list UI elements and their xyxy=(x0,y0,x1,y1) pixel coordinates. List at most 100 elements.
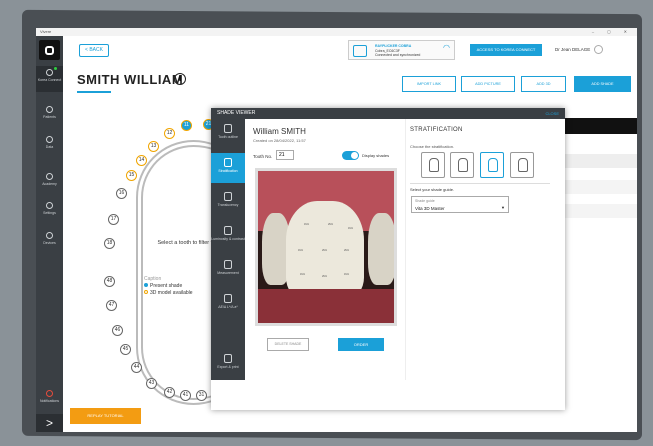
order-button[interactable]: ORDER xyxy=(338,338,384,351)
close-button[interactable]: CLOSE xyxy=(545,108,559,119)
tab-tooth-outline[interactable]: Tooth outline xyxy=(211,119,245,149)
title-underline xyxy=(77,91,111,93)
sidebar-item-patients[interactable]: Patients xyxy=(36,106,63,119)
top-bar: < BACK RAYPLICKER COBRA Cobra_EC6C3F Con… xyxy=(63,36,637,66)
shade-guide-select[interactable]: Shade guide Vita 3D Master ▼ xyxy=(411,196,509,213)
add-shade-button[interactable]: ADD SHADE xyxy=(574,76,631,92)
shade-viewer-header: SHADE VIEWER CLOSE xyxy=(211,108,565,119)
link-icon xyxy=(46,69,53,76)
shade-zone[interactable]: 2M1 xyxy=(328,223,333,226)
tooth-47[interactable]: 47 xyxy=(106,300,117,311)
shade-zone[interactable]: 2M1 xyxy=(322,275,327,278)
tab-stratification[interactable]: Stratification xyxy=(211,153,245,183)
dropdown-arrow-icon: ▼ xyxy=(501,205,505,210)
shade-zone[interactable]: 2M1 xyxy=(344,249,349,252)
display-shades-label: Display shades xyxy=(362,153,390,158)
sidebar-item-academy[interactable]: Academy xyxy=(36,173,63,186)
tooth-31[interactable]: 31 xyxy=(196,390,207,401)
tooth-45[interactable]: 45 xyxy=(120,344,131,355)
tooth-17[interactable]: 17 xyxy=(108,214,119,225)
history-header xyxy=(564,118,637,134)
tooth-15[interactable]: 15 xyxy=(126,170,137,181)
luminosity-icon xyxy=(224,226,232,235)
tab-luminosity-contrast[interactable]: Luminosity & contrast xyxy=(211,221,245,251)
central-tooth: 1M1 2M1 1M1 1M1 2M1 2M1 1M1 2M1 1M1 xyxy=(286,201,364,299)
device-status[interactable]: RAYPLICKER COBRA Cobra_EC6C3F Connected … xyxy=(348,40,455,60)
back-button[interactable]: < BACK xyxy=(79,44,109,57)
present-shade-dot xyxy=(144,283,148,287)
tooth-photo[interactable]: 1M1 2M1 1M1 1M1 2M1 2M1 1M1 2M1 1M1 xyxy=(255,168,397,326)
tab-measurement[interactable]: Measurement xyxy=(211,255,245,285)
tooth-layer-icon xyxy=(488,158,498,172)
shade-zone[interactable]: 1M1 xyxy=(344,273,349,276)
window-controls[interactable]: – ◻ ✕ xyxy=(592,28,633,36)
device-icon xyxy=(353,45,367,57)
tooth-11[interactable]: 11 xyxy=(181,120,192,131)
academy-icon xyxy=(46,173,53,180)
add-picture-button[interactable]: ADD PICTURE xyxy=(461,76,515,92)
shade-zone[interactable]: 1M1 xyxy=(298,249,303,252)
tooth-42[interactable]: 42 xyxy=(164,387,175,398)
translucency-icon xyxy=(224,192,232,201)
stratification-option-2[interactable] xyxy=(450,152,474,178)
import-link-button[interactable]: IMPORT LINK xyxy=(402,76,456,92)
tooth-44[interactable]: 44 xyxy=(131,362,142,373)
tooth-number-field[interactable]: 21 xyxy=(276,150,294,160)
list-item[interactable] xyxy=(564,154,637,168)
tab-translucency[interactable]: Translucency xyxy=(211,187,245,217)
access-korea-connect-button[interactable]: ACCESS TO KOREA CONNECT xyxy=(470,44,542,56)
shade-zone[interactable]: 1M1 xyxy=(300,273,305,276)
patients-icon xyxy=(46,106,53,113)
stratification-option-3[interactable] xyxy=(480,152,504,178)
tooth-41[interactable]: 41 xyxy=(180,390,191,401)
settings-icon xyxy=(46,202,53,209)
logo-icon xyxy=(45,45,54,55)
toggle-knob xyxy=(351,152,358,159)
delete-shade-button[interactable]: DELETE SHADE xyxy=(267,338,309,351)
display-shades-toggle[interactable] xyxy=(342,151,359,160)
tooth-13[interactable]: 13 xyxy=(148,141,159,152)
viewer-tabs: Tooth outline Stratification Translucenc… xyxy=(211,119,245,380)
tooth-46[interactable]: 46 xyxy=(112,325,123,336)
replay-tutorial-button[interactable]: REPLAY TUTORIAL xyxy=(70,408,141,424)
user-menu[interactable]: Dr Jean DELAGE xyxy=(555,43,604,57)
stratification-title: STRATIFICATION xyxy=(410,127,463,133)
sidebar-item-data[interactable]: Data xyxy=(36,136,63,149)
created-date: Created on 28/04/2022, 11:57 xyxy=(253,138,306,143)
lateral-tooth-right xyxy=(368,213,394,285)
tooth-43[interactable]: 43 xyxy=(146,378,157,389)
tab-export-print[interactable]: Export & print xyxy=(211,349,245,379)
expand-sidebar-button[interactable]: > xyxy=(36,414,63,432)
list-item[interactable] xyxy=(564,180,637,194)
tooth-12[interactable]: 12 xyxy=(164,128,175,139)
stratification-option-1[interactable] xyxy=(421,152,445,178)
tooth-14[interactable]: 14 xyxy=(136,155,147,166)
app-window: Vivere – ◻ ✕ Korea Connect Patients Data… xyxy=(36,28,637,432)
shade-viewer-dialog: SHADE VIEWER CLOSE Tooth outline Stratif… xyxy=(211,108,565,410)
list-item[interactable] xyxy=(564,204,637,218)
sidebar-item-notifications[interactable]: Notifications xyxy=(36,390,63,403)
tooth-18[interactable]: 18 xyxy=(104,238,115,249)
export-icon xyxy=(224,354,232,363)
info-icon[interactable]: i xyxy=(174,73,186,85)
shade-zone[interactable]: 2M1 xyxy=(322,249,327,252)
tooth-outline-icon xyxy=(224,124,232,133)
shade-zone[interactable]: 1M1 xyxy=(348,227,353,230)
add-3d-button[interactable]: ADD 3D xyxy=(521,76,566,92)
sidebar-item-korea-connect[interactable]: Korea Connect xyxy=(36,66,63,92)
tab-delta-e[interactable]: ΔE/Δ L*/Δ a* xyxy=(211,289,245,319)
sidebar-item-settings[interactable]: Settings xyxy=(36,202,63,215)
tooth-48[interactable]: 48 xyxy=(104,276,115,287)
bell-icon xyxy=(46,390,53,397)
tooth-layer-icon xyxy=(429,158,439,172)
app-logo[interactable] xyxy=(39,40,60,60)
tooth-16[interactable]: 16 xyxy=(116,188,127,199)
tooth-layer-icon xyxy=(518,158,528,172)
shade-zone[interactable]: 1M1 xyxy=(304,223,309,226)
title-bar: Vivere – ◻ ✕ xyxy=(36,28,637,36)
stratification-pane: STRATIFICATION Choose the stratification… xyxy=(405,119,565,380)
measurement-icon xyxy=(224,260,232,269)
stratification-option-4[interactable] xyxy=(510,152,534,178)
data-icon xyxy=(46,136,53,143)
sidebar-item-devices[interactable]: Devices xyxy=(36,232,63,245)
